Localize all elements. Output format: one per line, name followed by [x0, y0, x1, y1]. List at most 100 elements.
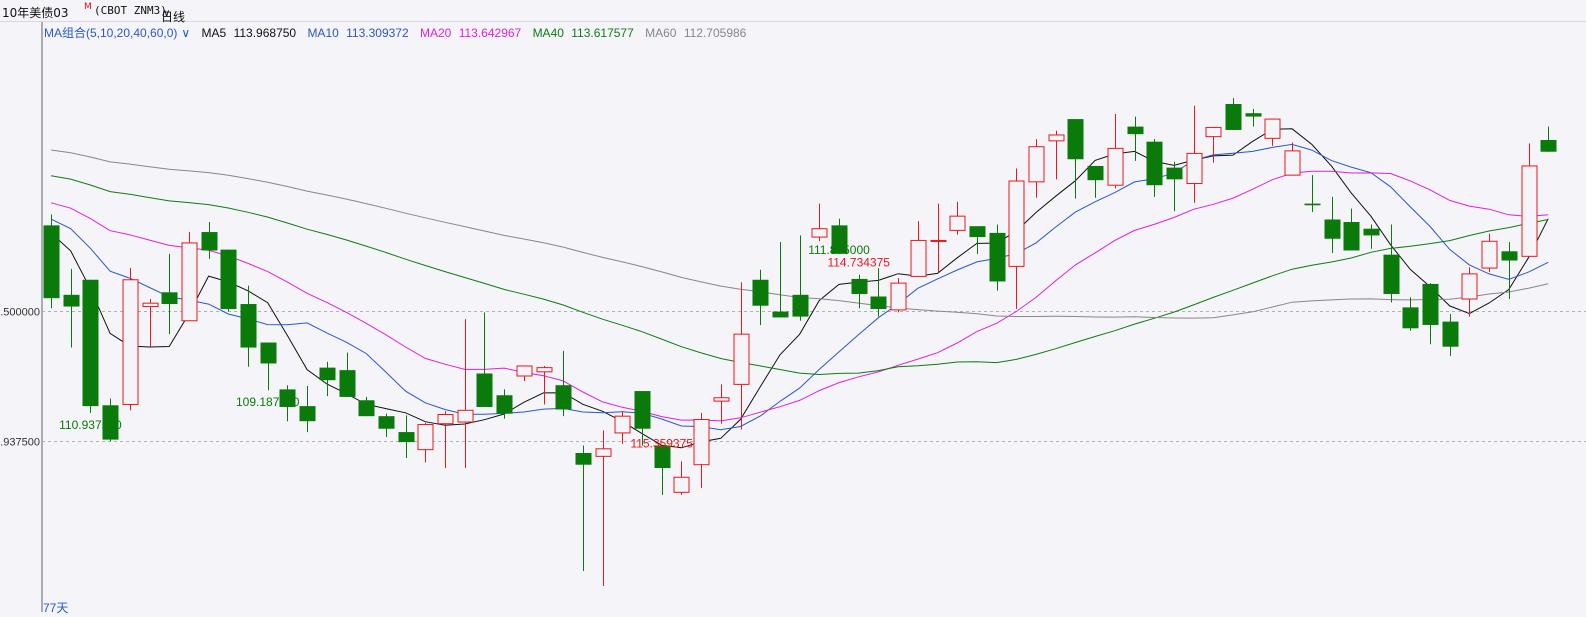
candle	[614, 411, 631, 444]
candle-body	[476, 373, 493, 407]
candle-body	[496, 395, 513, 414]
candle-body	[1383, 254, 1400, 294]
candle	[910, 221, 927, 277]
candle	[1245, 109, 1262, 127]
candle-body	[555, 385, 572, 410]
candle	[63, 268, 80, 348]
candle-body	[1461, 273, 1478, 300]
candle	[870, 268, 887, 317]
candle-body	[358, 400, 375, 417]
candle	[1087, 165, 1104, 198]
candle-body	[457, 409, 474, 423]
candle-body	[1422, 283, 1439, 325]
candle-body	[693, 419, 710, 466]
candle	[43, 214, 60, 309]
candle-body	[63, 294, 80, 307]
candle	[1225, 98, 1242, 130]
candle-body	[752, 279, 769, 306]
candle	[1402, 297, 1419, 331]
candle-body	[339, 370, 356, 397]
price-annotation: 110.937500	[59, 418, 122, 432]
candle	[792, 235, 809, 321]
candle-body	[1501, 251, 1518, 261]
candle-body	[989, 232, 1006, 282]
candle-body	[772, 311, 789, 318]
candle	[82, 279, 99, 413]
candle-body	[319, 367, 336, 381]
candle-body	[1521, 165, 1538, 257]
candle-body	[930, 239, 947, 242]
candle-body	[1048, 134, 1065, 142]
grid-layer: .500000 .937500 77天	[0, 22, 1586, 615]
candle	[752, 269, 769, 325]
candle-body	[43, 225, 60, 299]
candle	[339, 352, 356, 397]
candle-body	[417, 424, 434, 451]
candle	[851, 274, 868, 309]
candle	[417, 422, 434, 463]
candle	[457, 319, 474, 469]
candle-body	[82, 279, 99, 407]
candle	[673, 461, 690, 495]
candle	[476, 312, 493, 407]
candle-body	[1284, 150, 1301, 176]
candle	[1422, 283, 1439, 345]
candle-body	[1225, 104, 1242, 130]
candlestick-chart[interactable]: .500000.93750077天 115.359375114.73437511…	[0, 0, 1586, 617]
price-annotation: 114.734375	[827, 256, 890, 270]
ma60-line	[50, 149, 1549, 319]
candle	[319, 361, 336, 397]
candle	[496, 389, 513, 419]
candle	[536, 365, 553, 405]
candle	[240, 285, 257, 367]
candle-body	[733, 333, 750, 385]
candle-body	[1442, 321, 1459, 347]
candle	[555, 350, 572, 417]
candle	[930, 203, 947, 273]
ma10-line	[50, 143, 1549, 431]
candle	[1383, 224, 1400, 303]
candle-body	[1343, 222, 1360, 251]
candle-body	[260, 342, 277, 364]
candle-body	[1363, 228, 1380, 236]
candle-body	[398, 432, 415, 443]
candle-body	[122, 279, 139, 405]
candle-body	[1087, 165, 1104, 181]
candle-body	[614, 415, 631, 434]
candle-body	[1245, 113, 1262, 117]
candle	[1521, 143, 1538, 257]
candle-body	[910, 239, 927, 277]
candle-body	[851, 278, 868, 294]
candle-body	[792, 294, 809, 317]
candle-body	[949, 215, 966, 231]
candle	[969, 226, 986, 254]
y-tick-label: .937500	[0, 437, 40, 449]
candle-body	[969, 226, 986, 238]
candle	[260, 342, 277, 391]
candle	[1186, 105, 1203, 203]
candle	[358, 396, 375, 417]
candle	[161, 253, 178, 335]
candle	[890, 278, 907, 313]
candle	[1284, 142, 1301, 176]
candle	[733, 282, 750, 430]
candle	[437, 411, 454, 469]
candle	[1461, 267, 1478, 317]
price-annotation: 115.359375	[630, 437, 693, 451]
candle	[595, 430, 612, 587]
candle-body	[1402, 307, 1419, 329]
candle-body	[181, 242, 198, 322]
candle	[1146, 139, 1163, 197]
candle	[398, 415, 415, 459]
candle-body	[673, 476, 690, 493]
candle	[811, 203, 828, 242]
candle	[654, 445, 671, 495]
candle-body	[378, 416, 395, 429]
candle	[1481, 233, 1498, 273]
candle	[693, 412, 710, 489]
candle-body	[1186, 152, 1203, 185]
candle-body	[634, 391, 651, 429]
candle-body	[1008, 180, 1025, 267]
price-annotation: 111.875000	[808, 243, 870, 257]
candle-body	[1028, 146, 1045, 183]
